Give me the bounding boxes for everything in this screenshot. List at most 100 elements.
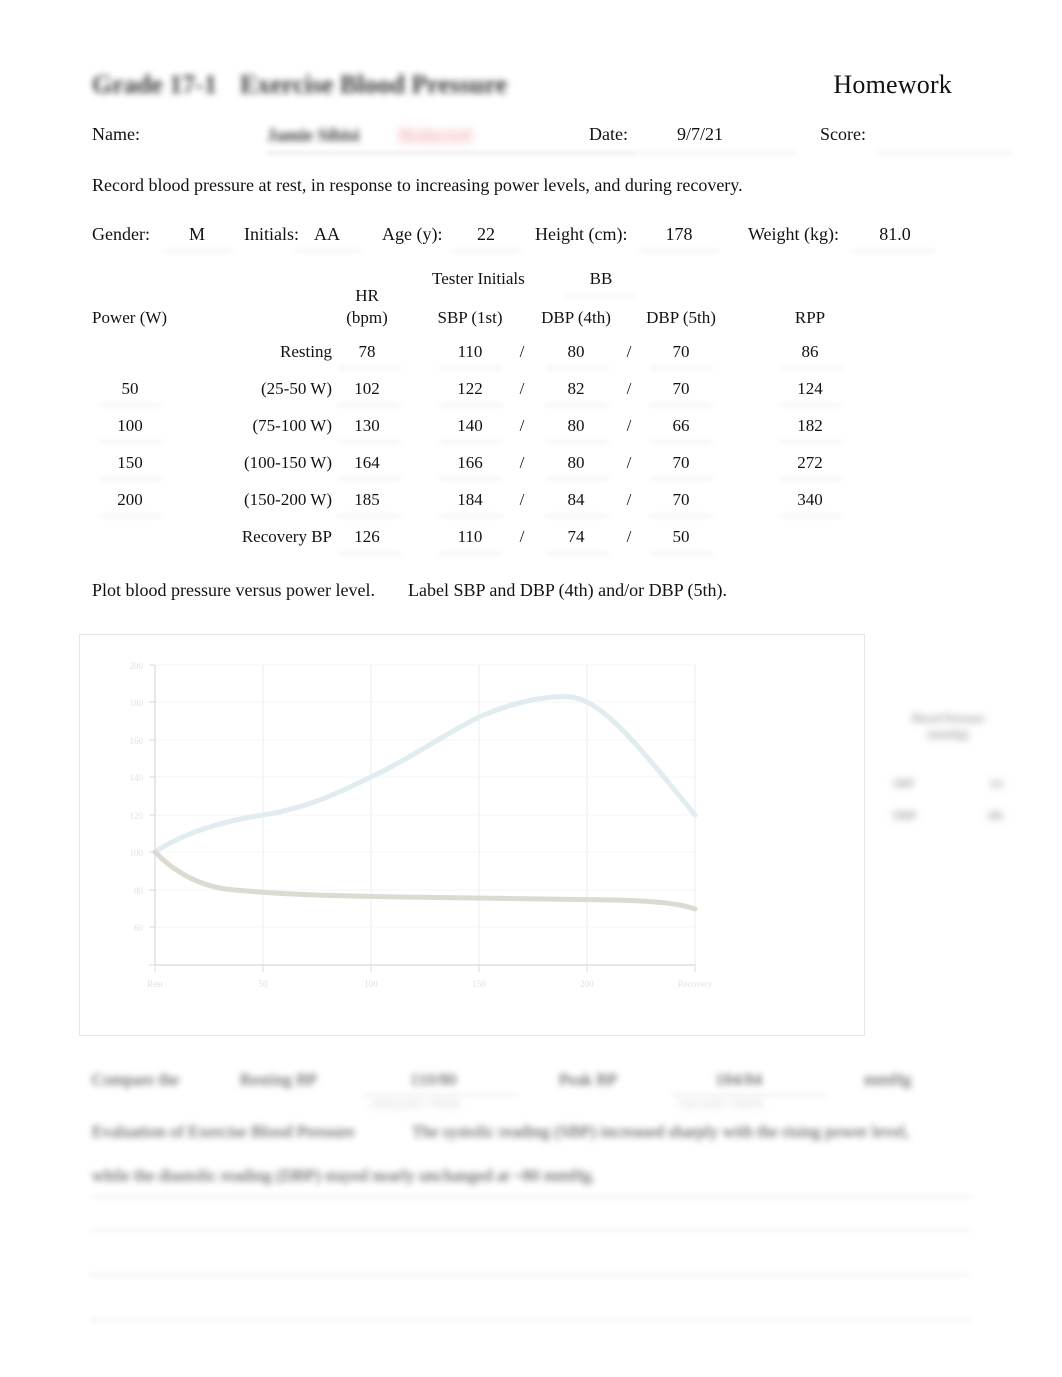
table-row: 50 (25-50 W) 102 122 / 82 / 70 124 <box>92 379 972 416</box>
score-label: Score: <box>820 124 866 144</box>
resting-bp-value[interactable]: 110/80 <box>410 1070 457 1090</box>
name-underline <box>267 152 635 154</box>
cell-hr[interactable]: 78 <box>359 342 376 362</box>
weight-value[interactable]: 81.0 <box>879 224 911 245</box>
header-rpp: RPP <box>794 308 826 327</box>
cell-stage: (150-200 W) <box>244 490 332 509</box>
cell-sbp[interactable]: 110 <box>458 527 483 547</box>
cell-hr[interactable]: 102 <box>354 379 380 399</box>
cell-sbp[interactable]: 140 <box>457 416 483 436</box>
name-date-score-row: Name: Jamie Sibisi Redacted Date: 9/7/21… <box>92 124 1012 160</box>
cell-stage: (75-100 W) <box>252 416 332 435</box>
cell-dbp5[interactable]: 70 <box>673 490 690 510</box>
header-dbp4: DBP (4th) <box>541 308 611 327</box>
header-hr-units: (bpm) <box>346 308 388 327</box>
svg-text:50: 50 <box>259 979 269 989</box>
gender-underline <box>164 250 232 252</box>
cell-sbp[interactable]: 110 <box>458 342 483 362</box>
worksheet-page: Grade 17-1 Exercise Blood Pressure Homew… <box>0 0 1062 1377</box>
tester-initials-value[interactable]: BB <box>590 269 613 289</box>
initials-value[interactable]: AA <box>314 224 340 245</box>
cell-dbp5[interactable]: 70 <box>673 342 690 362</box>
name-value[interactable]: Jamie Sibisi <box>267 125 360 146</box>
header-sbp: SBP (1st) <box>437 308 503 327</box>
cell-dbp4[interactable]: 84 <box>568 490 585 510</box>
cell-hr[interactable]: 185 <box>354 490 380 510</box>
instruction-record: Record blood pressure at rest, in respon… <box>92 175 743 195</box>
slash-2: / <box>626 490 632 509</box>
slash-1: / <box>519 453 525 472</box>
answer-underline-1 <box>92 1196 972 1198</box>
cell-dbp5[interactable]: 70 <box>673 453 690 473</box>
cell-dbp4[interactable]: 80 <box>568 416 585 436</box>
cell-sbp[interactable]: 184 <box>457 490 483 510</box>
legend-dbp-value: 4th <box>987 808 1003 823</box>
ruled-line-3[interactable] <box>90 1319 970 1321</box>
height-underline <box>640 250 718 252</box>
cell-sbp[interactable]: 122 <box>457 379 483 399</box>
units-label: mmHg <box>864 1070 912 1089</box>
date-value[interactable]: 9/7/21 <box>677 124 723 145</box>
slash-1: / <box>519 527 525 546</box>
score-underline <box>877 152 1012 154</box>
compare-label: Compare the <box>92 1070 180 1089</box>
legend-sbp-value: 1st <box>988 776 1003 791</box>
gender-value[interactable]: M <box>189 224 205 245</box>
slash-1: / <box>519 379 525 398</box>
legend-sbp-name: SBP <box>893 776 915 791</box>
cell-dbp4[interactable]: 80 <box>568 342 585 362</box>
cell-stage: (25-50 W) <box>261 379 332 398</box>
chart-plot-area: 200 180 160 140 120 100 80 60 Rest 50 10… <box>93 645 849 1025</box>
age-value[interactable]: 22 <box>477 224 495 245</box>
peak-bp-underline <box>672 1094 827 1096</box>
cell-power[interactable]: 100 <box>117 416 143 436</box>
svg-text:150: 150 <box>472 979 486 989</box>
gender-label: Gender: <box>92 224 150 244</box>
cell-dbp5[interactable]: 66 <box>673 416 690 436</box>
cell-power[interactable]: 50 <box>122 379 139 399</box>
cell-hr[interactable]: 164 <box>354 453 380 473</box>
cell-dbp4[interactable]: 80 <box>568 453 585 473</box>
ruled-line-2[interactable] <box>90 1274 970 1276</box>
name-value-secondary[interactable]: Redacted <box>399 125 471 146</box>
subject-info-row: Gender: M Initials: AA Age (y): 22 Heigh… <box>92 224 972 264</box>
cell-power[interactable]: 150 <box>117 453 143 473</box>
ruled-line-1[interactable] <box>90 1229 970 1231</box>
cell-rpp[interactable]: 272 <box>797 453 823 473</box>
cell-sbp[interactable]: 166 <box>457 453 483 473</box>
legend-dbp-name: DBP <box>893 808 917 823</box>
cell-dbp5[interactable]: 70 <box>673 379 690 399</box>
svg-text:200: 200 <box>580 979 594 989</box>
peak-bp-value[interactable]: 184/84 <box>715 1070 762 1090</box>
peak-bp-caption: peak systolic / diastolic <box>680 1098 765 1108</box>
document-title-row: Grade 17-1 Exercise Blood Pressure Homew… <box>92 70 972 114</box>
slash-1: / <box>519 416 525 435</box>
svg-text:160: 160 <box>130 736 144 746</box>
svg-text:120: 120 <box>130 811 144 821</box>
cell-dbp4[interactable]: 82 <box>568 379 585 399</box>
cell-rpp[interactable]: 340 <box>797 490 823 510</box>
cell-rpp[interactable]: 124 <box>797 379 823 399</box>
cell-power[interactable]: 200 <box>117 490 143 510</box>
tester-initials-underline <box>565 295 637 297</box>
svg-text:140: 140 <box>130 773 144 783</box>
cell-dbp4[interactable]: 74 <box>568 527 585 547</box>
table-row: 100 (75-100 W) 130 140 / 80 / 66 182 <box>92 416 972 453</box>
cell-rpp[interactable]: 86 <box>802 342 819 362</box>
table-row: Recovery BP 126 110 / 74 / 50 <box>92 527 972 564</box>
cell-hr[interactable]: 126 <box>354 527 380 547</box>
age-underline <box>452 250 520 252</box>
slash-1: / <box>519 342 525 361</box>
instruction-plot: Plot blood pressure versus power level. <box>92 580 375 600</box>
cell-hr[interactable]: 130 <box>354 416 380 436</box>
cell-rpp[interactable]: 182 <box>797 416 823 436</box>
table-row: Resting 78 110 / 80 / 70 86 <box>92 342 972 379</box>
conclusion-text-2[interactable]: while the diastolic reading (DBP) stayed… <box>92 1166 595 1186</box>
age-label: Age (y): <box>382 224 443 244</box>
height-value[interactable]: 178 <box>666 224 693 245</box>
cell-dbp5[interactable]: 50 <box>673 527 690 547</box>
initials-label: Initials: <box>244 224 299 244</box>
conclusion-text-1[interactable]: The systolic reading (SBP) increased sha… <box>412 1122 909 1142</box>
svg-text:80: 80 <box>134 886 144 896</box>
resting-bp-underline <box>364 1094 519 1096</box>
